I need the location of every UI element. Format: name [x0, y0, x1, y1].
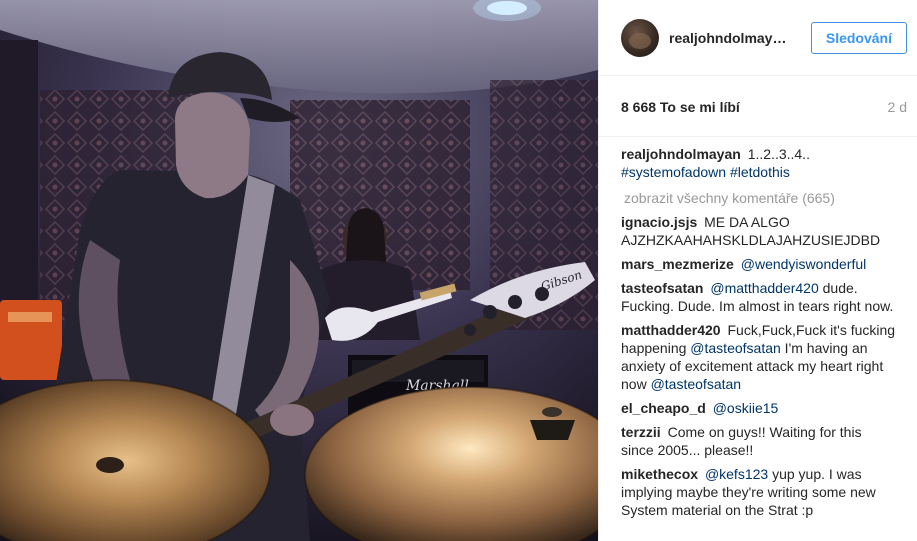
mention-link[interactable]: @wendyiswonderful — [741, 256, 867, 272]
comment-username[interactable]: ignacio.jsjs — [621, 214, 697, 230]
comment-username[interactable]: tasteofsatan — [621, 280, 703, 296]
likes-row: 8 668 To se mi líbí 2 d — [599, 92, 917, 137]
comment-username[interactable]: mars_mezmerize — [621, 256, 734, 272]
view-all-comments-link[interactable]: zobrazit všechny komentáře (665) — [624, 189, 897, 207]
mention-link[interactable]: @matthadder420 — [710, 280, 818, 296]
photo-illustration: Marshall Gibson — [0, 0, 598, 541]
mention-link[interactable]: @kefs123 — [705, 466, 768, 482]
comment: matthadder420 Fuck,Fuck,Fuck it's fuckin… — [621, 321, 897, 393]
comment-items: ignacio.jsjs ME DA ALGO AJZHZKAAHAHSKLDL… — [621, 213, 897, 519]
comment: el_cheapo_d @oskiie15 — [621, 399, 897, 417]
follow-button[interactable]: Sledování — [810, 21, 907, 54]
author-username[interactable]: realjohndolmay… — [669, 30, 803, 46]
comment: ignacio.jsjs ME DA ALGO AJZHZKAAHAHSKLDL… — [621, 213, 897, 249]
comment-username[interactable]: terzzii — [621, 424, 661, 440]
comment-username[interactable]: el_cheapo_d — [621, 400, 706, 416]
caption-username[interactable]: realjohndolmayan — [621, 146, 741, 162]
comment-username[interactable]: matthadder420 — [621, 322, 721, 338]
mention-link[interactable]: @oskiie15 — [713, 400, 779, 416]
hashtag[interactable]: #systemofadown — [621, 164, 726, 180]
avatar[interactable] — [621, 18, 659, 57]
mention-link[interactable]: @tasteofsatan — [651, 376, 742, 392]
comment: terzzii Come on guys!! Waiting for this … — [621, 423, 897, 459]
comment: tasteofsatan @matthadder420 dude. Fuckin… — [621, 279, 897, 315]
comment: mikethecox @kefs123 yup yup. I was imply… — [621, 465, 897, 519]
comment: mars_mezmerize @wendyiswonderful — [621, 255, 897, 273]
comment-username[interactable]: mikethecox — [621, 466, 698, 482]
mention-link[interactable]: @tasteofsatan — [690, 340, 781, 356]
post-time[interactable]: 2 d — [888, 99, 907, 115]
hashtag[interactable]: #letdothis — [730, 164, 790, 180]
comments-list: realjohndolmayan 1..2..3..4.. #systemofa… — [599, 137, 917, 519]
post-header: realjohndolmay… Sledování — [599, 0, 917, 76]
post-photo[interactable]: Marshall Gibson — [0, 0, 598, 541]
caption-text: 1..2..3..4.. — [747, 146, 810, 162]
likes-count[interactable]: 8 668 To se mi líbí — [621, 99, 740, 115]
instagram-post-view: Marshall Gibson realjohndolmay… Sledován… — [0, 0, 917, 541]
caption: realjohndolmayan 1..2..3..4.. #systemofa… — [621, 145, 897, 181]
post-sidebar: realjohndolmay… Sledování 8 668 To se mi… — [598, 0, 917, 541]
